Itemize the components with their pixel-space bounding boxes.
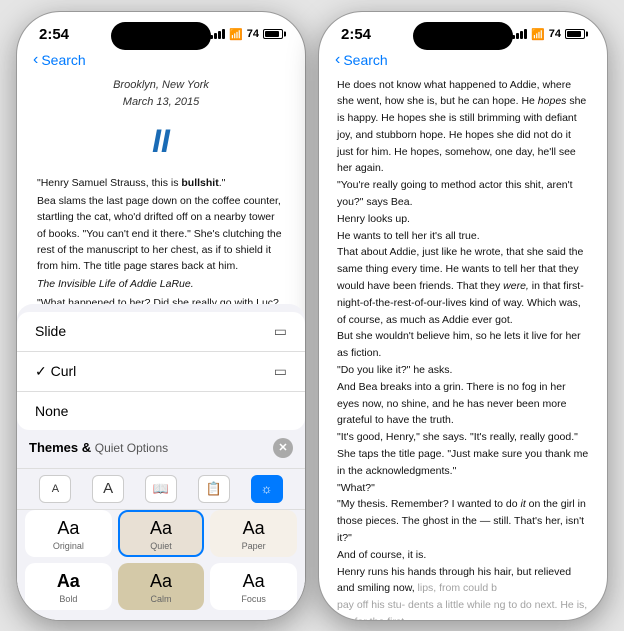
battery-icon [263,29,283,39]
rp-6: "Do you like it?" he asks. [337,362,589,379]
right-text: He does not know what happened to Addie,… [337,77,589,621]
signal-icon [210,29,225,39]
header-line1: Brooklyn, New York [37,77,285,95]
theme-bold-sample: Aa [57,571,80,592]
brightness-button[interactable]: ☼ [251,475,283,503]
status-icons-right: 📶 74 [512,28,585,41]
rp-10: "My thesis. Remember? I wanted to do it … [337,496,589,546]
themes-section: Themes & Quiet Options ✕ [17,430,305,468]
back-arrow-icon-right: ‹ [335,51,340,69]
wifi-icon-right: 📶 [531,28,545,41]
theme-focus-sample: Aa [243,571,265,592]
para-0: "Henry Samuel Strauss, this is bullshit.… [37,175,285,191]
slide-options: Slide ▭ Curl ▭ None [17,312,305,430]
themes-title-text: Themes & Quiet Options [29,440,168,455]
battery-level-right: 74 [549,28,561,40]
theme-calm[interactable]: Aa Calm [118,563,205,610]
rp-7: And Bea breaks into a grin. There is no … [337,379,589,429]
rp-3: He wants to tell her it's all true. [337,228,589,245]
para-1: Bea slams the last page down on the coff… [37,193,285,274]
theme-bold[interactable]: Aa Bold [25,563,112,610]
theme-grid: Aa Original Aa Quiet Aa Paper Aa Bold Aa [17,510,305,620]
theme-original[interactable]: Aa Original [25,510,112,557]
rp-2: Henry looks up. [337,211,589,228]
themes-title-bar: Themes & Quiet Options ✕ [29,438,293,458]
theme-paper-label: Paper [242,541,266,551]
back-label-left: Search [41,52,85,68]
rp-8: "It's good, Henry," she says. "It's real… [337,429,589,479]
page-view-button[interactable]: 📋 [198,475,230,503]
back-label-right: Search [343,52,387,68]
theme-calm-sample: Aa [150,571,172,592]
slide-option-slide-label: Slide [35,323,66,339]
nav-bar-left: ‹ Search [17,47,305,77]
header-line2: March 13, 2015 [37,94,285,112]
rp-9: "What?" [337,480,589,497]
theme-quiet[interactable]: Aa Quiet [118,510,205,557]
wifi-icon: 📶 [229,28,243,41]
theme-bold-label: Bold [59,594,77,604]
left-phone: 2:54 📶 74 ‹ Search Brooklyn, New [16,11,306,621]
theme-quiet-sample: Aa [150,518,172,539]
slide-option-slide[interactable]: Slide ▭ [17,312,305,352]
back-button-left[interactable]: ‹ Search [33,51,86,69]
para-2: The Invisible Life of Addie LaRue. [37,276,285,292]
rp-11: And of course, it is. [337,547,589,564]
theme-focus-label: Focus [241,594,266,604]
rp-4: That about Addie, just like he wrote, th… [337,244,589,328]
nav-bar-right: ‹ Search [319,47,607,77]
slide-panel: Slide ▭ Curl ▭ None Themes & Quiet Optio… [17,304,305,620]
rp-5: But she wouldn't believe him, so he lets… [337,328,589,362]
book-content-right: He does not know what happened to Addie,… [319,77,607,621]
book-view-button[interactable]: 📖 [145,475,177,503]
theme-paper[interactable]: Aa Paper [210,510,297,557]
battery-icon-right [565,29,585,39]
battery-level: 74 [247,28,259,40]
slide-option-none[interactable]: None [17,392,305,430]
theme-quiet-label: Quiet [150,541,172,551]
book-header: Brooklyn, New York March 13, 2015 [37,77,285,112]
rp-12: Henry runs his hands through his hair, b… [337,564,589,598]
theme-focus[interactable]: Aa Focus [210,563,297,610]
time-left: 2:54 [39,26,69,43]
back-button-right[interactable]: ‹ Search [335,51,388,69]
rp-13: pay off his stu- dents a little while ng… [337,597,589,620]
toolbar: A A 📖 📋 ☼ [17,468,305,510]
slide-option-curl-label: Curl [35,363,76,380]
chapter-number: II [37,116,285,167]
theme-calm-label: Calm [150,594,171,604]
rp-1: "You're really going to method actor thi… [337,177,589,211]
font-large-button[interactable]: A [92,475,124,503]
status-icons-left: 📶 74 [210,28,283,41]
close-themes-button[interactable]: ✕ [273,438,293,458]
slide-option-curl[interactable]: Curl ▭ [17,352,305,392]
theme-original-label: Original [53,541,84,551]
slide-option-curl-icon: ▭ [274,363,287,380]
font-small-button[interactable]: A [39,475,71,503]
theme-original-sample: Aa [57,518,79,539]
signal-icon-right [512,29,527,39]
theme-paper-sample: Aa [243,518,265,539]
back-arrow-icon: ‹ [33,51,38,69]
dynamic-island [111,22,211,50]
slide-option-slide-icon: ▭ [274,323,287,340]
right-phone: 2:54 📶 74 ‹ Search He does not k [318,11,608,621]
slide-option-none-label: None [35,403,68,419]
time-right: 2:54 [341,26,371,43]
dynamic-island-right [413,22,513,50]
rp-0: He does not know what happened to Addie,… [337,77,589,178]
